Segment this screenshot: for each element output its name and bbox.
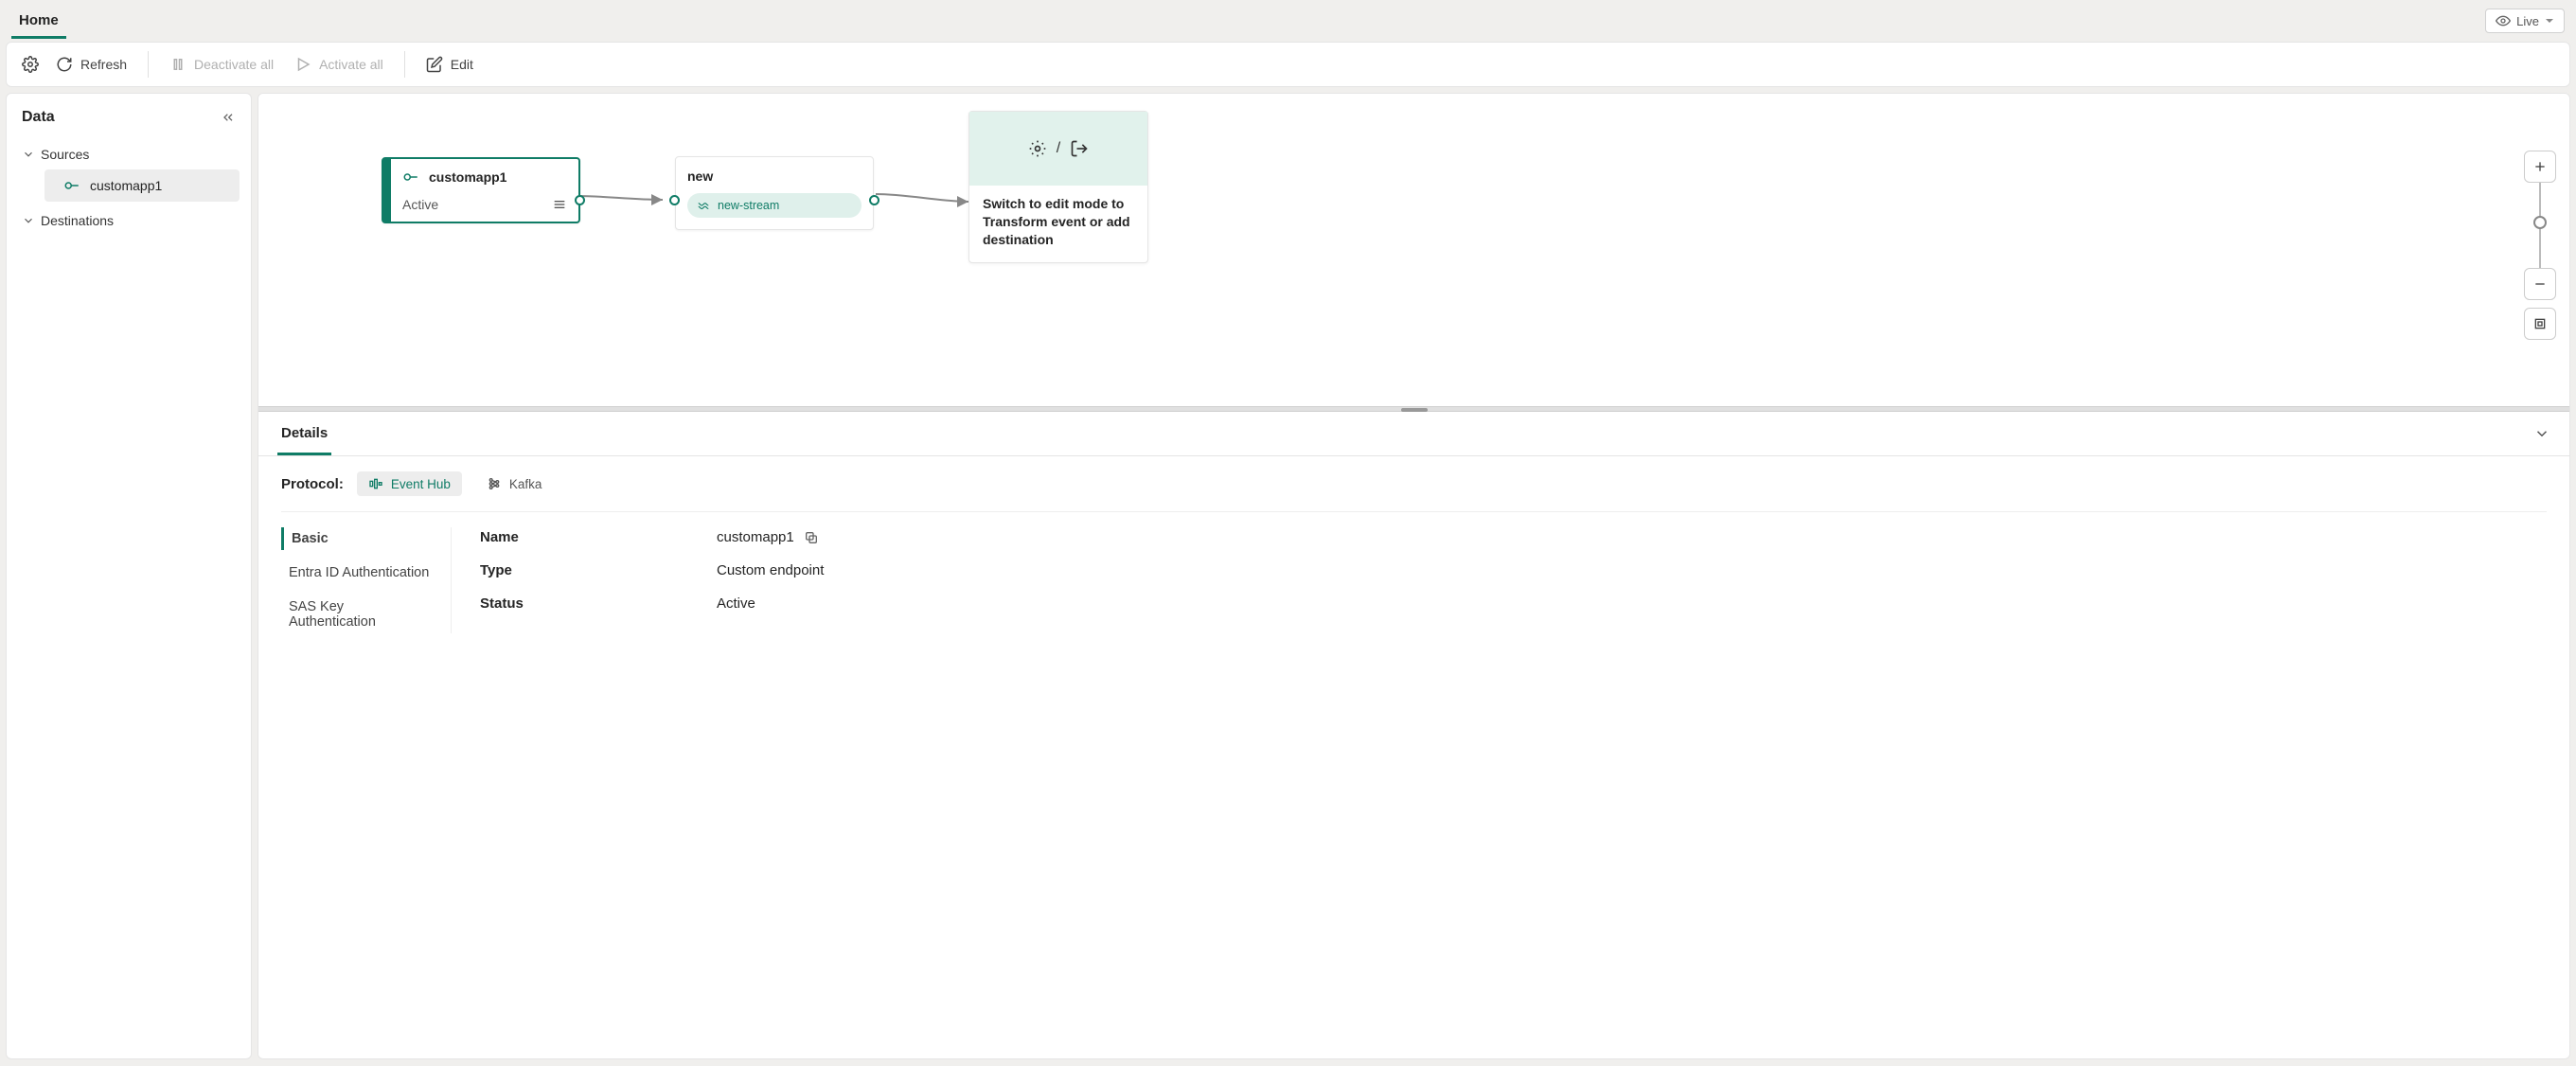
edge-source-to-stream xyxy=(576,188,670,207)
protocol-event-hub[interactable]: Event Hub xyxy=(357,471,462,496)
data-sidebar: Data Sources customapp1 Destinations xyxy=(6,93,252,1059)
output-port[interactable] xyxy=(575,195,585,205)
fit-view-button[interactable] xyxy=(2524,308,2556,340)
input-port[interactable] xyxy=(669,195,680,205)
plus-icon xyxy=(2532,159,2548,174)
endpoint-icon xyxy=(402,169,419,186)
tab-details[interactable]: Details xyxy=(277,412,331,455)
output-port[interactable] xyxy=(869,195,879,205)
kv-type-val: Custom endpoint xyxy=(717,562,824,578)
endpoint-icon xyxy=(63,177,80,194)
slash-separator: / xyxy=(1057,140,1060,157)
chevron-down-icon xyxy=(22,148,35,161)
toolbar: Refresh Deactivate all Activate all Edit xyxy=(6,42,2570,87)
activate-all-label: Activate all xyxy=(319,57,383,72)
destination-hint: Switch to edit mode to Transform event o… xyxy=(969,186,1147,262)
toolbar-separator xyxy=(404,51,405,78)
activate-all-button[interactable]: Activate all xyxy=(285,50,393,79)
node-title: customapp1 xyxy=(429,169,506,185)
nav-basic[interactable]: Basic xyxy=(281,527,439,550)
edit-button[interactable]: Edit xyxy=(417,50,483,79)
tab-home[interactable]: Home xyxy=(11,3,66,39)
edit-label: Edit xyxy=(451,57,473,72)
eventhub-icon xyxy=(368,476,383,491)
settings-button[interactable] xyxy=(16,50,44,79)
zoom-slider-thumb[interactable] xyxy=(2533,216,2547,229)
gear-icon xyxy=(22,56,39,73)
stream-tag[interactable]: new-stream xyxy=(687,193,862,218)
chevron-down-icon xyxy=(22,214,35,227)
kv-type-key: Type xyxy=(480,562,717,578)
protocol-label: Protocol: xyxy=(281,476,344,492)
zoom-in-button[interactable] xyxy=(2524,151,2556,183)
toolbar-separator xyxy=(148,51,149,78)
tree-destinations[interactable]: Destinations xyxy=(14,205,243,236)
zoom-slider[interactable] xyxy=(2539,183,2541,268)
stream-name: new-stream xyxy=(718,199,779,212)
eye-icon xyxy=(2496,13,2511,28)
sidebar-item-label: customapp1 xyxy=(90,178,162,193)
copy-icon[interactable] xyxy=(804,530,819,545)
pipeline-canvas[interactable]: customapp1 Active new new-stream xyxy=(258,94,2569,406)
deactivate-all-button[interactable]: Deactivate all xyxy=(160,50,283,79)
live-label: Live xyxy=(2516,14,2539,28)
fit-icon xyxy=(2532,316,2548,331)
refresh-button[interactable]: Refresh xyxy=(46,50,136,79)
kv-name-val: customapp1 xyxy=(717,529,794,545)
protocol-kafka[interactable]: Kafka xyxy=(475,471,554,496)
output-icon xyxy=(1070,139,1089,158)
sidebar-item-customapp1[interactable]: customapp1 xyxy=(44,169,240,202)
caret-down-icon xyxy=(2545,16,2554,26)
minus-icon xyxy=(2532,276,2548,292)
kafka-icon xyxy=(487,476,502,491)
details-panel: Details Protocol: Event Hub Kafka xyxy=(258,412,2569,1058)
pause-icon xyxy=(169,56,187,73)
destinations-label: Destinations xyxy=(41,213,114,228)
deactivate-all-label: Deactivate all xyxy=(194,57,274,72)
details-left-nav: Basic Entra ID Authentication SAS Key Au… xyxy=(281,527,452,633)
protocol-kafka-label: Kafka xyxy=(509,477,542,491)
node-destination-placeholder[interactable]: / Switch to edit mode to Transform event… xyxy=(968,111,1148,263)
resize-grip xyxy=(1401,408,1428,412)
edit-icon xyxy=(426,56,443,73)
kv-status-key: Status xyxy=(480,595,717,612)
collapse-panel-icon[interactable] xyxy=(2533,425,2550,442)
panel-resize-handle[interactable] xyxy=(258,406,2569,412)
sidebar-title: Data xyxy=(22,109,55,126)
stream-icon xyxy=(697,199,710,212)
tree-sources[interactable]: Sources xyxy=(14,139,243,169)
node-status: Active xyxy=(402,197,438,212)
zoom-out-button[interactable] xyxy=(2524,268,2556,300)
refresh-label: Refresh xyxy=(80,57,127,72)
play-icon xyxy=(294,56,311,73)
node-source-customapp1[interactable]: customapp1 Active xyxy=(382,157,580,223)
menu-icon[interactable] xyxy=(552,197,567,212)
kv-status-val: Active xyxy=(717,595,755,612)
collapse-sidebar-icon[interactable] xyxy=(221,110,236,125)
refresh-icon xyxy=(56,56,73,73)
nav-entra-auth[interactable]: Entra ID Authentication xyxy=(281,561,439,584)
stream-title: new xyxy=(687,169,862,184)
node-stream-new[interactable]: new new-stream xyxy=(675,156,874,230)
canvas-zoom-controls xyxy=(2524,151,2556,340)
kv-name-key: Name xyxy=(480,529,717,545)
sources-label: Sources xyxy=(41,147,89,162)
details-basic-kv: Name customapp1 Type Custom endpoint Sta… xyxy=(480,527,824,633)
transform-icon xyxy=(1028,139,1047,158)
protocol-row: Protocol: Event Hub Kafka xyxy=(281,471,2547,496)
content-area: customapp1 Active new new-stream xyxy=(258,93,2570,1059)
edge-stream-to-dest xyxy=(874,188,973,207)
protocol-eh-label: Event Hub xyxy=(391,477,451,491)
nav-sas-auth[interactable]: SAS Key Authentication xyxy=(281,595,439,633)
live-mode-dropdown[interactable]: Live xyxy=(2485,9,2565,33)
